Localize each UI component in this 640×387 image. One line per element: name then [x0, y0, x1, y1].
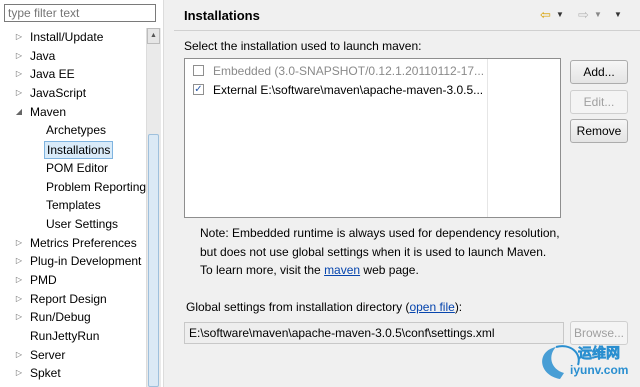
remove-button[interactable]: Remove [570, 119, 628, 143]
preferences-tree: ▷ Install/Update ▷ Java ▷ Java EE ▷ JavaScript ◢… [0, 28, 146, 387]
tree-item-label: Java [30, 48, 56, 63]
global-settings-label: Global settings from installation direct… [186, 300, 462, 314]
note-suffix: web page. [360, 263, 419, 277]
tree-item-label: RunJettyRun [30, 329, 100, 343]
pane-divider[interactable] [163, 0, 174, 387]
tree-item[interactable]: ▷ Report Design [0, 290, 146, 309]
tree-item[interactable]: Installations [0, 140, 146, 159]
expand-arrow-icon[interactable]: ▷ [14, 28, 24, 47]
back-history-dropdown-icon[interactable]: ▼ [556, 7, 564, 23]
tree-item[interactable]: Problem Reporting [0, 178, 146, 197]
tree-item-label: Server [30, 347, 66, 362]
tree-item-label: JavaScript [30, 86, 87, 101]
tree-item[interactable]: ▷ Spket [0, 364, 146, 383]
tree-item-label: Plug-in Development [30, 254, 142, 269]
expand-arrow-icon[interactable]: ▷ [14, 84, 24, 103]
expand-arrow-icon[interactable]: ▷ [14, 308, 24, 327]
global-settings-path-field[interactable]: E:\software\maven\apache-maven-3.0.5\con… [184, 322, 564, 344]
tree-item-label: Report Design [30, 291, 107, 306]
tree-item[interactable]: ▷ Java EE [0, 65, 146, 84]
filter-input[interactable] [4, 4, 156, 22]
tree-item[interactable]: ▷ Metrics Preferences [0, 234, 146, 253]
tree-item-label: User Settings [46, 216, 119, 231]
tree-item[interactable]: ▷ JavaScript [0, 84, 146, 103]
expand-arrow-icon[interactable]: ▷ [14, 346, 24, 365]
tree-item[interactable]: RunJettyRun [0, 327, 146, 346]
tree-item-label: Templates [46, 198, 101, 213]
tree-item[interactable]: Templates [0, 196, 146, 215]
tree-item-label: Metrics Preferences [30, 235, 137, 250]
forward-arrow-icon[interactable]: ⇨ [578, 7, 589, 23]
page-title: Installations [184, 8, 260, 23]
expand-arrow-icon[interactable]: ▷ [14, 290, 24, 309]
expand-arrow-icon[interactable]: ▷ [14, 47, 24, 66]
installations-panel: Installations ⇦ ▼ ⇨ ▼ ▼ Select the insta… [174, 0, 640, 387]
installation-checkbox[interactable]: ✓ [193, 84, 204, 95]
expand-arrow-icon[interactable]: ▷ [14, 65, 24, 84]
watermark-cn: 运维网 [578, 345, 621, 362]
tree-item-label: Run/Debug [30, 310, 91, 325]
title-separator [174, 30, 640, 31]
tree-item-label: Spket [30, 366, 61, 381]
view-menu-dropdown-icon[interactable]: ▼ [614, 7, 622, 23]
tree-item[interactable]: ▷ Server [0, 346, 146, 365]
forward-history-dropdown-icon[interactable]: ▼ [594, 7, 602, 23]
scroll-up-arrow-icon[interactable]: ▲ [147, 28, 160, 44]
maven-link[interactable]: maven [324, 263, 360, 277]
tree-item[interactable]: ▷ PMD [0, 271, 146, 290]
expand-arrow-icon[interactable]: ▷ [14, 252, 24, 271]
tree-scrollbar[interactable]: ▲ [146, 28, 161, 387]
tree-item-label: Archetypes [46, 123, 107, 138]
edit-button[interactable]: Edit... [570, 90, 628, 114]
tree-item[interactable]: ▷ Plug-in Development [0, 252, 146, 271]
tree-item[interactable]: ◢ Maven [0, 103, 146, 122]
tree-item[interactable]: POM Editor [0, 159, 146, 178]
tree-item-label: POM Editor [46, 160, 109, 175]
scroll-thumb[interactable] [148, 134, 159, 387]
open-file-link[interactable]: open file [409, 300, 454, 314]
tree-item-label: Installations [44, 140, 114, 159]
collapse-arrow-icon[interactable]: ◢ [14, 103, 24, 122]
tree-item[interactable]: Archetypes [0, 121, 146, 140]
tree-item-label: Maven [30, 104, 67, 119]
tree-item-label: Problem Reporting [46, 179, 146, 194]
global-settings-label-suffix: ): [454, 300, 463, 314]
expand-arrow-icon[interactable]: ▷ [14, 271, 24, 290]
tree-item[interactable]: ▷ Install/Update [0, 28, 146, 47]
tree-item-label: Install/Update [30, 30, 104, 44]
installation-label: Embedded (3.0-SNAPSHOT/0.12.1.20110112-1… [213, 64, 485, 78]
tree-item-label: Java EE [30, 67, 75, 82]
watermark: 运维网 iyunv.com [530, 341, 638, 387]
tree-item[interactable]: User Settings [0, 215, 146, 234]
back-arrow-icon[interactable]: ⇦ [540, 7, 551, 23]
global-settings-label-prefix: Global settings from installation direct… [186, 300, 410, 314]
embedded-runtime-note: Note: Embedded runtime is always used fo… [200, 224, 560, 280]
watermark-url: iyunv.com [570, 363, 629, 377]
add-button[interactable]: Add... [570, 60, 628, 84]
column-separator [487, 59, 488, 217]
tree-item[interactable]: ▷ Run/Debug [0, 308, 146, 327]
installation-checkbox[interactable] [193, 65, 204, 76]
history-nav: ⇦ ▼ ⇨ ▼ ▼ [540, 7, 632, 23]
tree-item-label: PMD [30, 272, 57, 287]
installation-label: External E:\software\maven\apache-maven-… [213, 83, 484, 97]
preferences-tree-pane: ▷ Install/Update ▷ Java ▷ Java EE ▷ JavaScript ◢… [0, 0, 163, 387]
select-installation-label: Select the installation used to launch m… [184, 39, 422, 53]
expand-arrow-icon[interactable]: ▷ [14, 364, 24, 383]
tree-item[interactable]: ▷ Java [0, 47, 146, 66]
expand-arrow-icon[interactable]: ▷ [14, 234, 24, 253]
installations-list[interactable]: Embedded (3.0-SNAPSHOT/0.12.1.20110112-1… [184, 58, 561, 218]
